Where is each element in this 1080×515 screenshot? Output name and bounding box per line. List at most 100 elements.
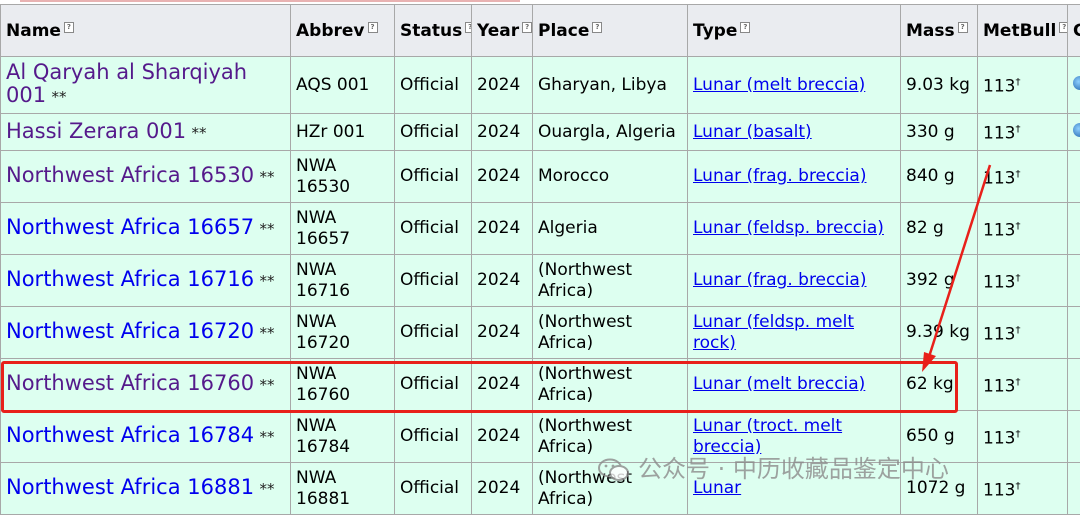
abbrev-value: NWA 16881 bbox=[296, 468, 350, 509]
sort-icon[interactable]: ? bbox=[592, 22, 602, 33]
place-value: Ouargla, Algeria bbox=[538, 122, 676, 142]
metbull-value[interactable]: 113 bbox=[983, 272, 1015, 292]
cell-year: 2024 bbox=[472, 411, 533, 463]
column-header-type[interactable]: Type? bbox=[688, 5, 901, 57]
meteorite-name-link[interactable]: Northwest Africa 16784 bbox=[6, 423, 254, 447]
cell-name: Northwest Africa 16760 ** bbox=[1, 359, 291, 411]
type-link[interactable]: Lunar (feldsp. melt rock) bbox=[693, 312, 854, 353]
cell-year: 2024 bbox=[472, 151, 533, 203]
column-label: Type bbox=[693, 21, 737, 41]
cell-status: Official bbox=[395, 359, 472, 411]
column-label: Status bbox=[400, 21, 462, 41]
metbull-value[interactable]: 113 bbox=[983, 376, 1015, 396]
mass-value: 62 kg bbox=[906, 374, 954, 394]
metbull-value[interactable]: 113 bbox=[983, 168, 1015, 188]
place-value: (Northwest Africa) bbox=[538, 260, 632, 301]
metbull-value[interactable]: 113 bbox=[983, 220, 1015, 240]
dagger-mark: † bbox=[1015, 77, 1020, 88]
cell-g bbox=[1068, 151, 1080, 203]
column-header-metbull[interactable]: MetBull? bbox=[978, 5, 1068, 57]
cell-name: Northwest Africa 16784 ** bbox=[1, 411, 291, 463]
cell-place: Gharyan, Libya bbox=[533, 57, 688, 114]
meteorite-name-link[interactable]: Al Qaryah al Sharqiyah 001 bbox=[6, 60, 247, 107]
type-link[interactable]: Lunar (feldsp. breccia) bbox=[693, 218, 884, 238]
type-link[interactable]: Lunar (frag. breccia) bbox=[693, 270, 867, 290]
metbull-value[interactable]: 113 bbox=[983, 480, 1015, 500]
sort-icon[interactable]: ? bbox=[522, 22, 532, 33]
meteorite-name-link[interactable]: Hassi Zerara 001 bbox=[6, 119, 186, 143]
cell-year: 2024 bbox=[472, 57, 533, 114]
stars: ** bbox=[259, 324, 274, 342]
dagger-mark: † bbox=[1015, 429, 1020, 440]
column-header-status[interactable]: Status? bbox=[395, 5, 472, 57]
globe-icon[interactable] bbox=[1073, 123, 1080, 137]
meteorite-name-link[interactable]: Northwest Africa 16720 bbox=[6, 319, 254, 343]
cell-g bbox=[1068, 255, 1080, 307]
sort-icon[interactable]: ? bbox=[465, 22, 471, 33]
year-value: 2024 bbox=[477, 374, 520, 394]
cell-status: Official bbox=[395, 411, 472, 463]
cell-name: Hassi Zerara 001 ** bbox=[1, 114, 291, 151]
cell-metbull: 113† bbox=[978, 151, 1068, 203]
meteorite-table: Name?Abbrev?Status?Year?Place?Type?Mass?… bbox=[0, 4, 1080, 515]
mass-value: 650 g bbox=[906, 426, 955, 446]
metbull-value[interactable]: 113 bbox=[983, 124, 1015, 144]
type-link[interactable]: Lunar (basalt) bbox=[693, 122, 812, 142]
stars: ** bbox=[259, 272, 274, 290]
cell-status: Official bbox=[395, 57, 472, 114]
cell-abbrev: NWA 16881 bbox=[291, 463, 395, 515]
cell-status: Official bbox=[395, 255, 472, 307]
column-label: MetBull bbox=[983, 21, 1056, 41]
mass-value: 392 g bbox=[906, 270, 955, 290]
watermark: 公众号 · 中历收藏品鉴定中心 bbox=[598, 449, 949, 484]
metbull-value[interactable]: 113 bbox=[983, 77, 1015, 97]
cell-mass: 840 g bbox=[901, 151, 978, 203]
cell-metbull: 113† bbox=[978, 411, 1068, 463]
type-link[interactable]: Lunar (melt breccia) bbox=[693, 75, 865, 95]
meteorite-name-link[interactable]: Northwest Africa 16716 bbox=[6, 267, 254, 291]
status-value: Official bbox=[400, 75, 459, 95]
sort-icon[interactable]: ? bbox=[368, 22, 378, 33]
column-label: Year bbox=[477, 21, 519, 41]
column-header-abbrev[interactable]: Abbrev? bbox=[291, 5, 395, 57]
metbull-value[interactable]: 113 bbox=[983, 428, 1015, 448]
column-header-place[interactable]: Place? bbox=[533, 5, 688, 57]
cell-place: (Northwest Africa) bbox=[533, 255, 688, 307]
abbrev-value: NWA 16760 bbox=[296, 364, 350, 405]
globe-icon[interactable] bbox=[1073, 76, 1080, 90]
abbrev-value: NWA 16784 bbox=[296, 416, 350, 457]
column-header-year[interactable]: Year? bbox=[472, 5, 533, 57]
place-value: (Northwest Africa) bbox=[538, 312, 632, 353]
meteorite-name-link[interactable]: Northwest Africa 16657 bbox=[6, 215, 254, 239]
table-row: Northwest Africa 16530 **NWA 16530Offici… bbox=[1, 151, 1080, 203]
sort-icon[interactable]: ? bbox=[1059, 22, 1067, 33]
meteorite-name-link[interactable]: Northwest Africa 16530 bbox=[6, 163, 254, 187]
table-row: Northwest Africa 16760 **NWA 16760 Offici… bbox=[1, 359, 1080, 411]
sort-icon[interactable]: ? bbox=[740, 22, 750, 33]
cell-metbull: 113† bbox=[978, 203, 1068, 255]
type-link[interactable]: Lunar (frag. breccia) bbox=[693, 166, 867, 186]
dagger-mark: † bbox=[1015, 169, 1020, 180]
place-value: Algeria bbox=[538, 218, 598, 238]
cell-place: Morocco bbox=[533, 151, 688, 203]
sort-icon[interactable]: ? bbox=[64, 22, 74, 33]
table-header: Name?Abbrev?Status?Year?Place?Type?Mass?… bbox=[1, 5, 1080, 57]
metbull-value[interactable]: 113 bbox=[983, 324, 1015, 344]
cell-abbrev: NWA 16657 bbox=[291, 203, 395, 255]
cell-type: Lunar (melt breccia) bbox=[688, 57, 901, 114]
cell-year: 2024 bbox=[472, 359, 533, 411]
column-header-name[interactable]: Name? bbox=[1, 5, 291, 57]
abbrev-value: NWA 16716 bbox=[296, 260, 350, 301]
sort-icon[interactable]: ? bbox=[958, 22, 968, 33]
year-value: 2024 bbox=[477, 270, 520, 290]
column-label: G bbox=[1073, 21, 1080, 41]
meteorite-name-link[interactable]: Northwest Africa 16881 bbox=[6, 475, 254, 499]
column-header-mass[interactable]: Mass? bbox=[901, 5, 978, 57]
cell-place: Algeria bbox=[533, 203, 688, 255]
column-header-g[interactable]: G bbox=[1068, 5, 1080, 57]
mass-value: 330 g bbox=[906, 122, 955, 142]
cell-g bbox=[1068, 359, 1080, 411]
top-annotation-line bbox=[20, 0, 520, 2]
type-link[interactable]: Lunar (melt breccia) bbox=[693, 374, 865, 394]
meteorite-name-link[interactable]: Northwest Africa 16760 bbox=[6, 371, 254, 395]
